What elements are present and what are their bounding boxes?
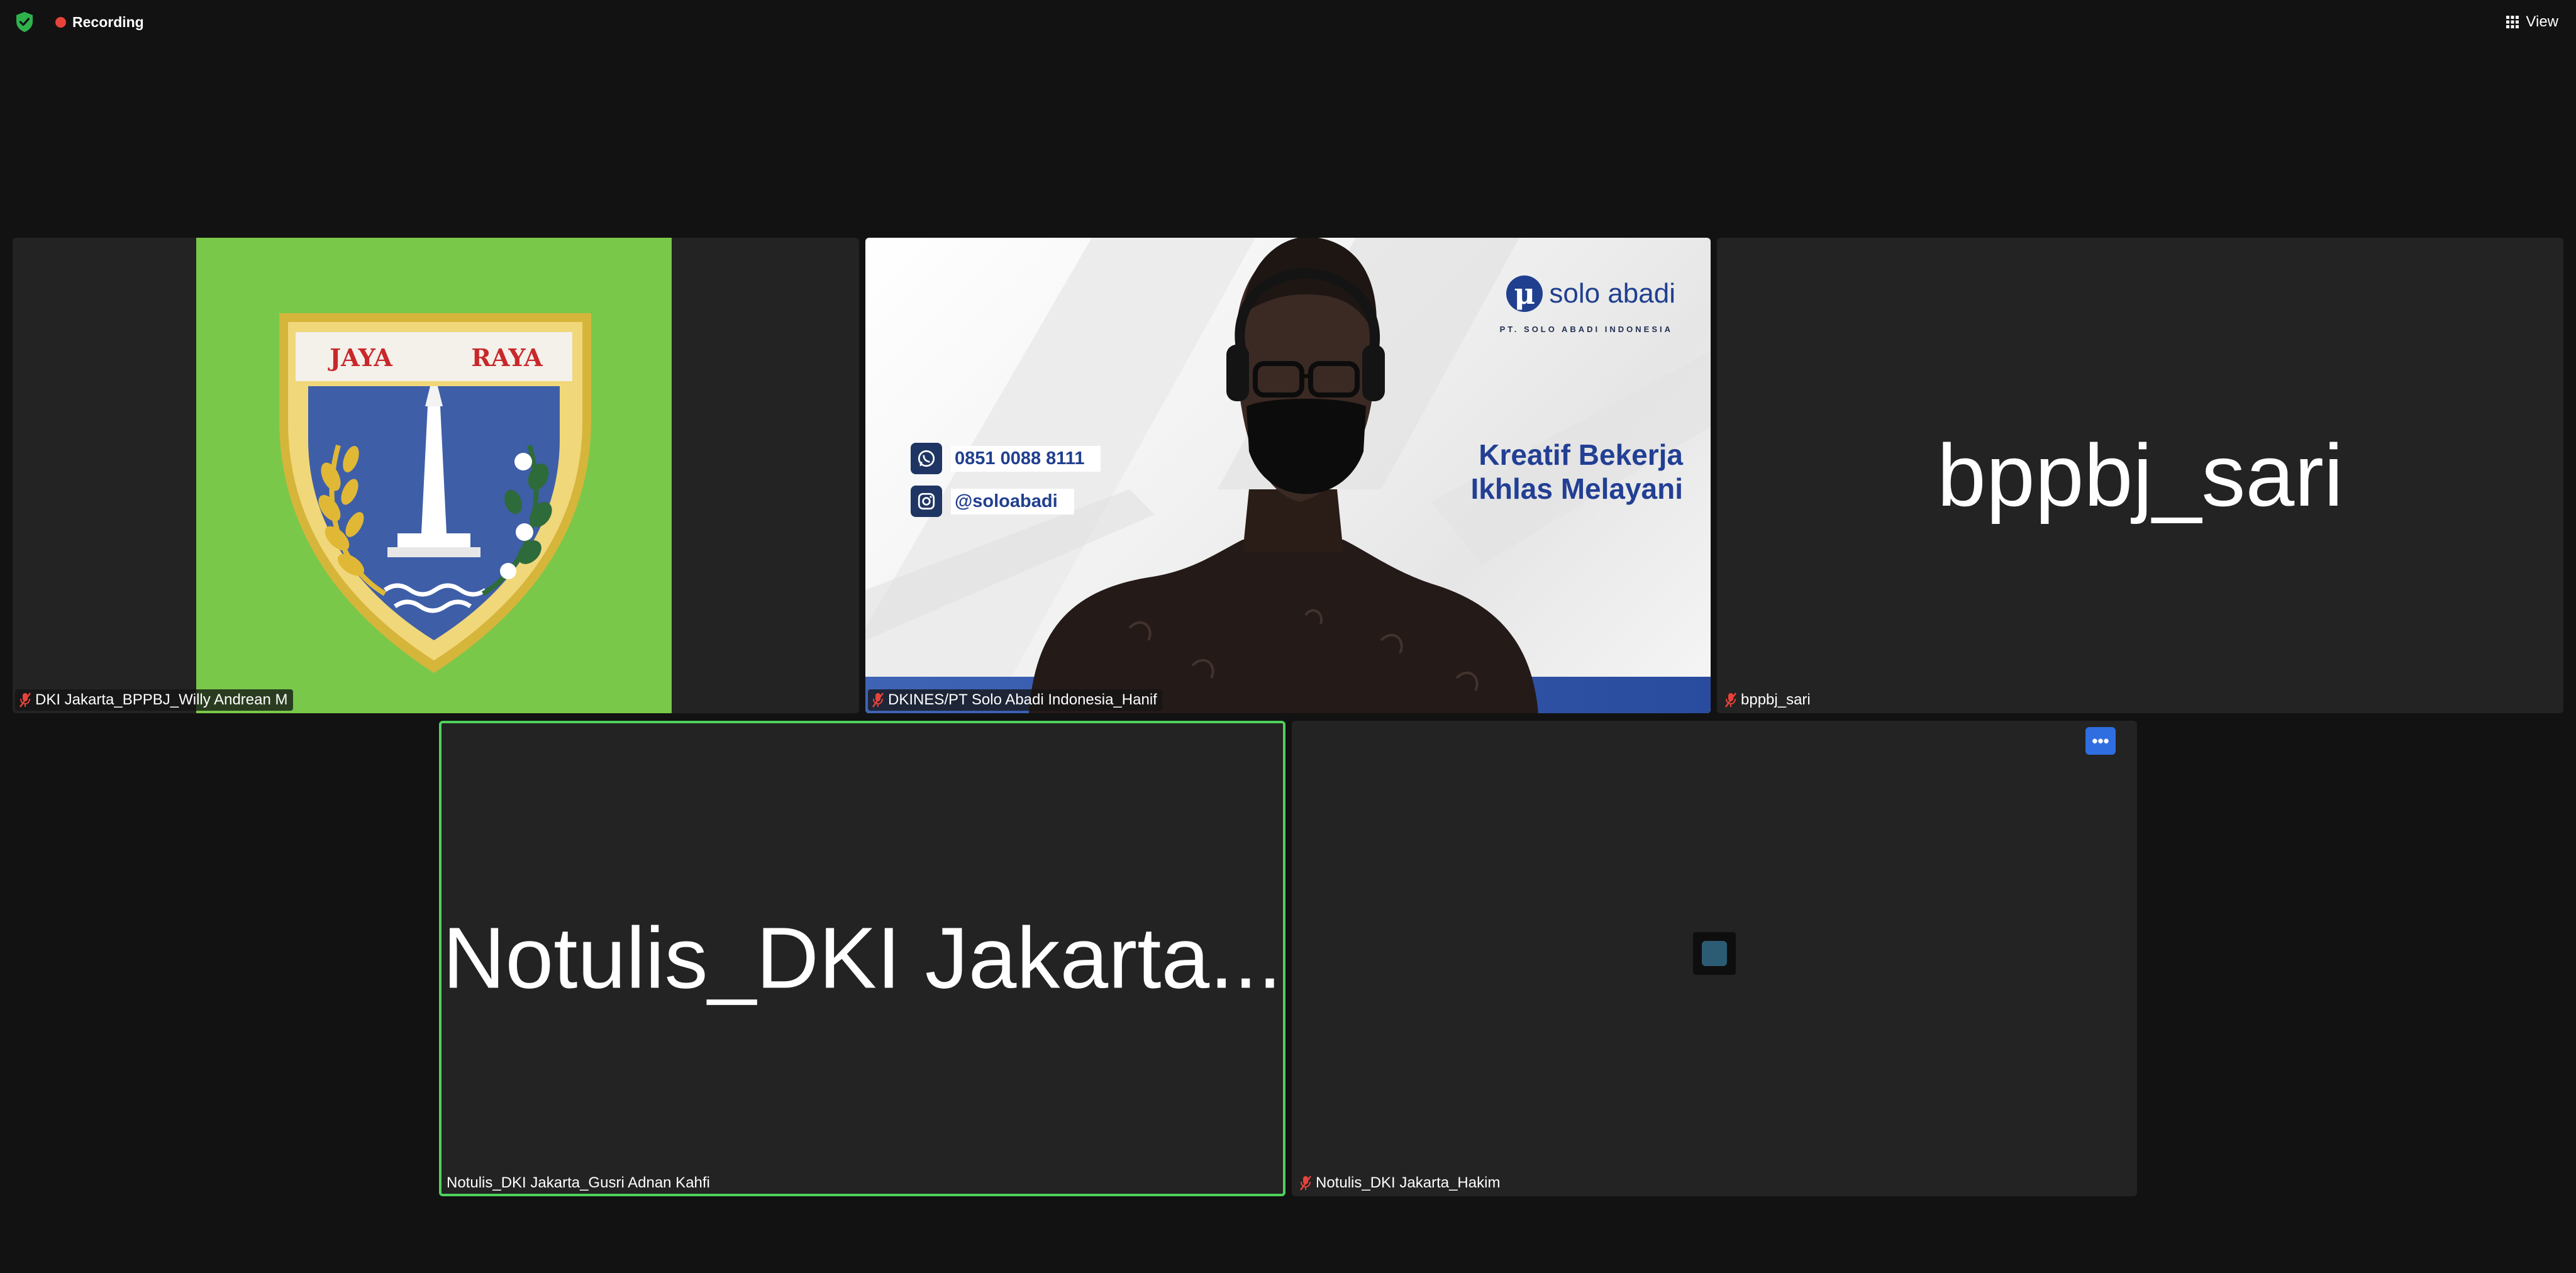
avatar-image: [1702, 941, 1727, 966]
participant-tile-hanif[interactable]: μ solo abadi PT. SOLO ABADI INDONESIA Kr…: [865, 238, 1711, 713]
more-icon: •••: [2092, 731, 2109, 750]
participant-name: Notulis_DKI Jakarta_Hakim: [1316, 1174, 1501, 1191]
mic-muted-icon: [19, 692, 31, 708]
view-label: View: [2526, 13, 2558, 30]
participant-name: DKI Jakarta_BPPBJ_Willy Andrean M: [35, 691, 288, 708]
emblem-banner-left: JAYA: [328, 343, 392, 372]
mic-muted-icon: [1299, 1176, 1312, 1191]
participant-tile-hakim[interactable]: ••• Notulis_DKI Jakarta_Hakim: [1292, 721, 2137, 1196]
participant-name: DKINES/PT Solo Abadi Indonesia_Hanif: [888, 691, 1157, 708]
participant-name: bppbj_sari: [1741, 691, 1811, 708]
participant-big-name: Notulis_DKI Jakarta...: [442, 909, 1282, 1007]
participant-name-tag: Notulis_DKI Jakarta_Hakim: [1294, 1172, 1505, 1194]
participant-big-name: bppbj_sari: [1937, 426, 2343, 525]
recording-label: Recording: [72, 13, 144, 30]
emblem-banner-right: RAYA: [471, 343, 543, 372]
mic-muted-icon: [1724, 692, 1737, 708]
recording-dot-icon: [55, 16, 66, 28]
shield-check-icon[interactable]: [15, 11, 34, 33]
participant-name-tag: Notulis_DKI Jakarta_Gusri Adnan Kahfi: [441, 1172, 715, 1194]
participant-tile-willy[interactable]: JAYA RAYA DKI Jakarta_BPPBJ_Willy Andrea…: [13, 238, 859, 713]
view-button[interactable]: View: [2501, 10, 2563, 34]
participant-name-tag: bppbj_sari: [1719, 689, 1816, 711]
participant-name-tag: DKINES/PT Solo Abadi Indonesia_Hanif: [868, 689, 1162, 711]
avatar: [1693, 932, 1736, 975]
participant-video: JAYA RAYA: [196, 238, 672, 713]
participant-name: Notulis_DKI Jakarta_Gusri Adnan Kahfi: [447, 1174, 710, 1191]
participant-tile-gusri[interactable]: Notulis_DKI Jakarta... Notulis_DKI Jakar…: [439, 721, 1285, 1196]
participant-name-tag: DKI Jakarta_BPPBJ_Willy Andrean M: [15, 689, 293, 711]
grid-icon: [2506, 16, 2519, 28]
recording-indicator[interactable]: Recording: [55, 11, 144, 33]
participant-tile-bppbj-sari[interactable]: bppbj_sari bppbj_sari: [1717, 238, 2563, 713]
jakarta-emblem-icon: JAYA RAYA: [279, 313, 591, 673]
more-options-button[interactable]: •••: [2085, 727, 2116, 755]
participant-video: [1029, 238, 1538, 713]
mic-muted-icon: [872, 692, 884, 708]
